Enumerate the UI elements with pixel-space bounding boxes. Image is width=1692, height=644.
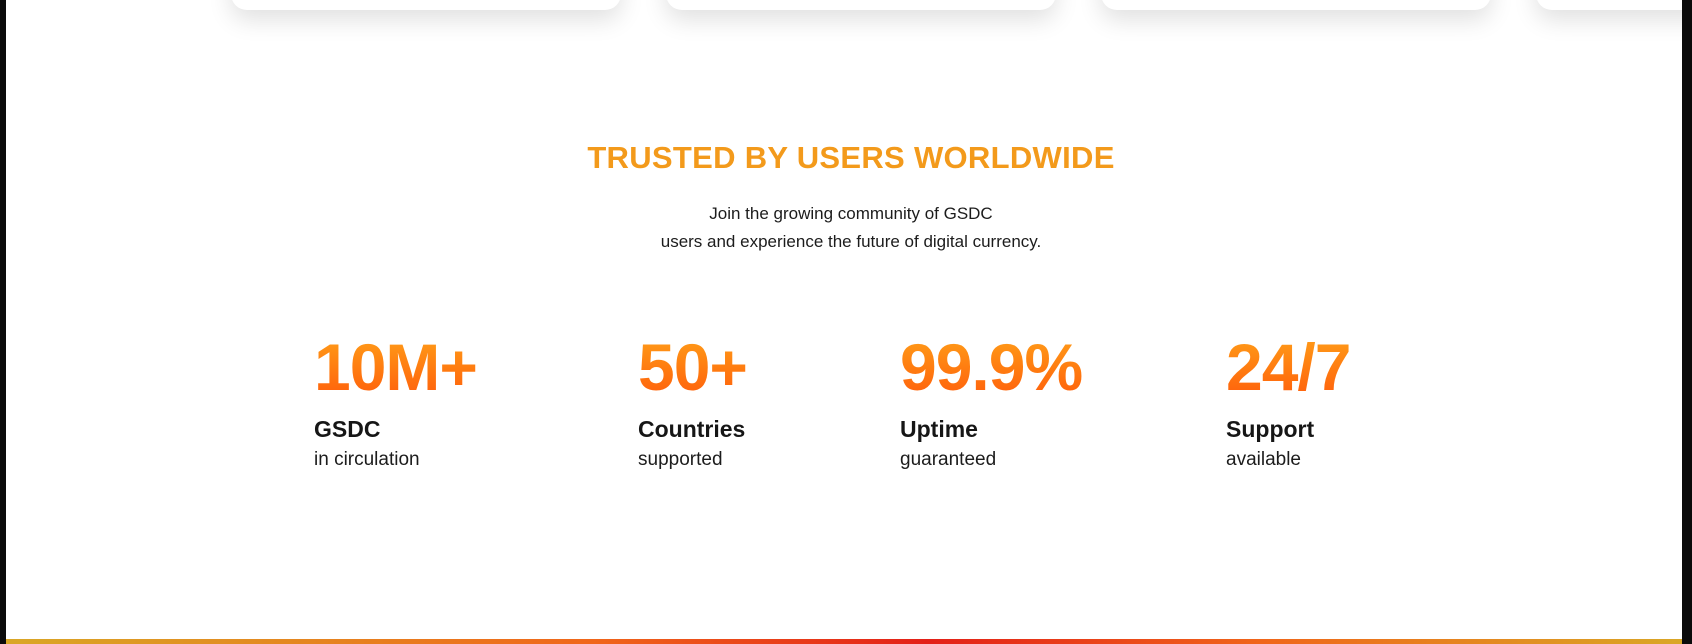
stat-sublabel: supported xyxy=(638,449,723,470)
card-row-shadows xyxy=(6,0,1682,20)
stat-sublabel: guaranteed xyxy=(900,449,997,470)
stat-uptime: 99.9% Uptime guaranteed xyxy=(900,330,1083,471)
stat-label: Support xyxy=(1226,416,1315,442)
section-title: TRUSTED BY USERS WORLDWIDE xyxy=(587,140,1115,175)
stat-support: 24/7 Support available xyxy=(1226,330,1351,471)
stat-label: Uptime xyxy=(900,416,978,442)
stat-sublabel: in circulation xyxy=(314,449,420,470)
stat-label: Countries xyxy=(638,416,746,442)
stat-value: 24/7 xyxy=(1226,330,1351,404)
subtitle-line: Join the growing community of GSDC xyxy=(709,204,993,223)
stat-circulation: 10M+ GSDC in circulation xyxy=(314,330,478,471)
stat-sublabel: available xyxy=(1226,449,1301,470)
stat-label: GSDC xyxy=(314,416,381,442)
feature-card[interactable] xyxy=(231,0,621,10)
stat-value: 10M+ xyxy=(314,330,478,404)
feature-card[interactable] xyxy=(1101,0,1491,10)
stat-value: 99.9% xyxy=(900,330,1083,404)
section-subtitle: Join the growing community of GSDC users… xyxy=(6,200,1682,256)
subtitle-line: users and experience the future of digit… xyxy=(660,232,1042,251)
bottom-gradient-bar xyxy=(6,639,1682,644)
feature-card[interactable] xyxy=(666,0,1056,10)
stat-value: 50+ xyxy=(638,330,748,404)
feature-card[interactable] xyxy=(1536,0,1682,10)
stats-section: TRUSTED BY USERS WORLDWIDE Join the grow… xyxy=(6,0,1682,644)
stat-countries: 50+ Countries supported xyxy=(638,330,748,471)
